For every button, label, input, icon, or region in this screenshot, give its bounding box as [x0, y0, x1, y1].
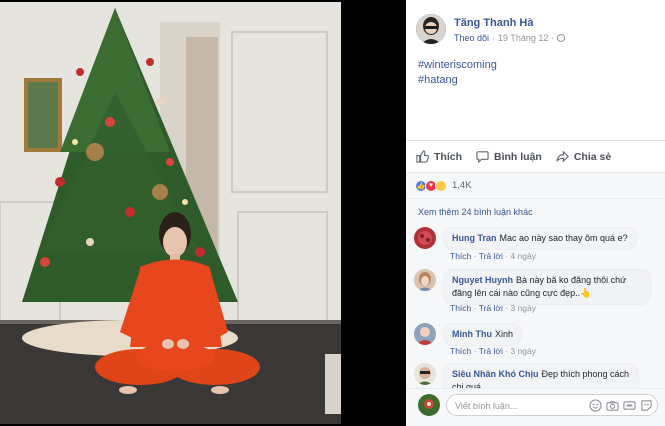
author-name[interactable]: Tăng Thanh Hà [454, 17, 533, 29]
comment-bubble: Nguyet Huynh Bà này bã ko đăng thôi chứ đ… [443, 269, 651, 305]
comment-text: Mac ao này sao thay ôm quá e? [499, 233, 628, 243]
comment-label: Bình luận [494, 150, 542, 163]
photo-viewer [0, 0, 406, 426]
comment-like-link[interactable]: Thích [450, 346, 471, 356]
comment-time[interactable]: 3 ngày [510, 303, 536, 313]
comment-actions: Thích · Trả lời · 4 ngày [450, 251, 536, 261]
hashtag-link[interactable]: #hatang [418, 73, 497, 88]
reactions-bar[interactable]: 👍 ♥ 1,4K [406, 172, 665, 198]
like-label: Thích [434, 150, 462, 163]
post-header: Tăng Thanh Hà Theo dõi · 19 Tháng 12 · [416, 12, 656, 48]
comment-input[interactable] [455, 398, 575, 413]
follow-link[interactable]: Theo dõi [454, 33, 489, 43]
comment-item: Minh Thu Xinh Thích · Trả lời · 3 ngày [414, 323, 659, 361]
comment-input-wrapper [446, 394, 658, 416]
thumbs-up-icon [416, 150, 429, 163]
commenter-name[interactable]: Nguyet Huynh [452, 275, 513, 285]
comment-text: Xinh [495, 329, 514, 339]
commenter-name[interactable]: Siêu Nhân Khó Chịu [452, 369, 539, 379]
commenter-name[interactable]: Minh Thu [452, 329, 492, 339]
photo-edge [325, 354, 341, 414]
post-photo[interactable] [0, 2, 341, 424]
hashtag-link[interactable]: #winteriscoming [418, 58, 497, 73]
reaction-count[interactable]: 1,4K [452, 180, 472, 191]
post-actions: Thích Bình luận Chia sẻ [406, 140, 665, 172]
share-button[interactable]: Chia sẻ [556, 150, 611, 163]
comment-reply-link[interactable]: Trả lời [479, 251, 503, 261]
comment-time[interactable]: 3 ngày [510, 346, 536, 356]
comment-button[interactable]: Bình luận [476, 150, 542, 163]
camera-icon[interactable] [606, 399, 619, 412]
comment-like-link[interactable]: Thích [450, 251, 471, 261]
photo-illustration [0, 2, 341, 424]
commenter-avatar[interactable] [414, 363, 436, 385]
post-side-panel: Tăng Thanh Hà Theo dõi · 19 Tháng 12 · #… [406, 0, 665, 426]
comment-item: Siêu Nhân Khó Chịu Đẹp thích phong cách c… [414, 363, 659, 399]
commenter-avatar[interactable] [414, 323, 436, 345]
comment-bubble: Hung Tran Mac ao này sao thay ôm quá e? [443, 227, 637, 250]
commenter-avatar[interactable] [414, 227, 436, 249]
post-meta: Theo dõi · 19 Tháng 12 · [454, 33, 565, 43]
more-comments-link[interactable]: Xem thêm 24 bình luận khác [418, 207, 533, 217]
post-date[interactable]: 19 Tháng 12 · [498, 33, 554, 43]
gif-icon[interactable] [623, 399, 636, 412]
emoji-icon[interactable] [589, 399, 602, 412]
comment-item: Nguyet Huynh Bà này bã ko đăng thôi chứ đ… [414, 269, 659, 319]
comment-bubble: Minh Thu Xinh [443, 323, 523, 346]
commenter-name[interactable]: Hung Tran [452, 233, 497, 243]
comment-time[interactable]: 4 ngày [510, 251, 536, 261]
comment-composer [406, 388, 665, 426]
composer-icons [589, 399, 653, 412]
author-avatar[interactable] [416, 14, 446, 44]
comment-bubble-icon [476, 151, 489, 163]
comment-actions: Thích · Trả lời · 3 ngày [450, 346, 536, 356]
share-arrow-icon [556, 150, 569, 163]
current-user-avatar [418, 394, 440, 416]
comment-like-link[interactable]: Thích [450, 303, 471, 313]
globe-icon [556, 34, 565, 42]
comment-actions: Thích · Trả lời · 3 ngày [450, 303, 536, 313]
meta-separator: · [492, 33, 496, 43]
sticker-icon[interactable] [640, 399, 653, 412]
comment-reply-link[interactable]: Trả lời [479, 346, 503, 356]
post-caption: #winteriscoming #hatang [418, 58, 497, 88]
comment-item: Hung Tran Mac ao này sao thay ôm quá e? T… [414, 227, 659, 267]
like-button[interactable]: Thích [416, 150, 462, 163]
comment-reply-link[interactable]: Trả lời [479, 303, 503, 313]
share-label: Chia sẻ [573, 150, 612, 163]
haha-reaction-icon [435, 179, 447, 192]
commenter-avatar[interactable] [414, 269, 436, 291]
